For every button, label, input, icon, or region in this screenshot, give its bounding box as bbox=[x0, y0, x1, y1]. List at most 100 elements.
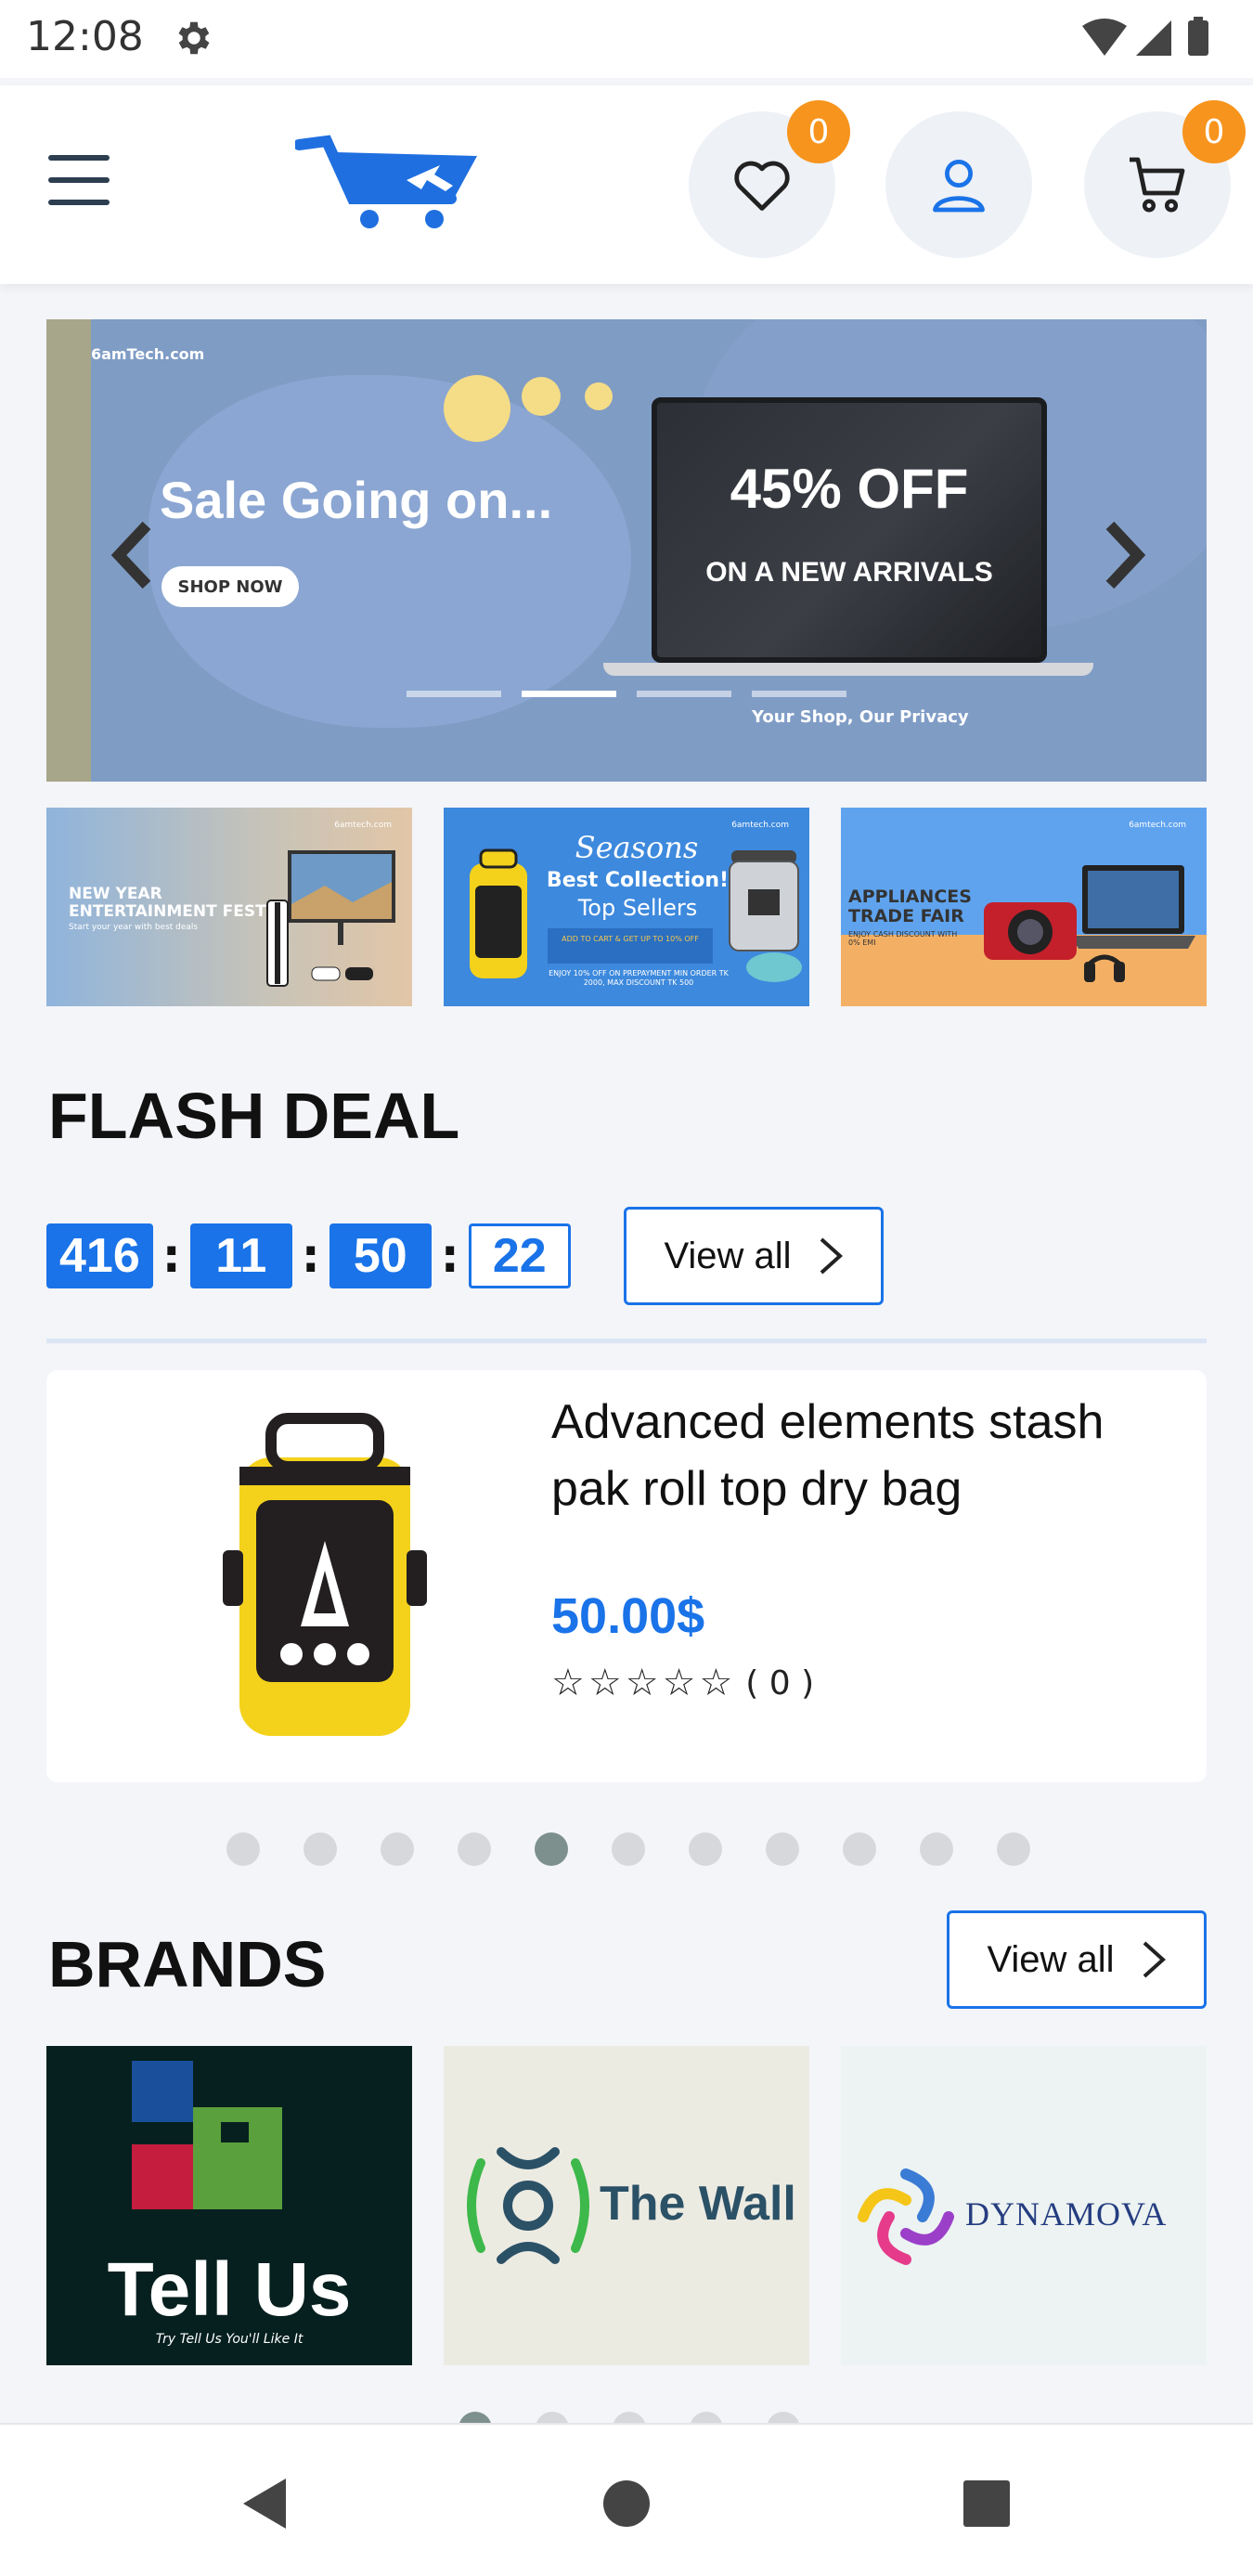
product-price: 50.00$ bbox=[551, 1588, 705, 1644]
home-icon[interactable] bbox=[594, 2471, 659, 2536]
banner-desc: Start your year with best deals bbox=[69, 923, 199, 932]
pager-dot[interactable] bbox=[843, 1832, 876, 1866]
hero-offer: 45% OFF bbox=[730, 458, 969, 520]
cart-icon bbox=[1130, 157, 1185, 213]
battery-icon bbox=[1188, 20, 1208, 56]
cart-badge: 0 bbox=[1182, 100, 1246, 163]
carousel-indicator[interactable] bbox=[407, 691, 501, 697]
flash-deal-view-all-button[interactable]: View all bbox=[624, 1207, 884, 1305]
camera-laptop-image bbox=[984, 865, 1195, 982]
flash-deal-title: FLASH DEAL bbox=[48, 1080, 460, 1152]
hero-site-label: 6amTech.com bbox=[91, 345, 205, 363]
cell-signal-icon bbox=[1136, 20, 1171, 56]
banner-top: Top Sellers bbox=[577, 895, 698, 921]
banner-title: NEW YEAR ENTERTAINMENT FEST bbox=[69, 885, 266, 921]
wifi-icon bbox=[1082, 19, 1127, 56]
hero-offer-subtitle: ON A NEW ARRIVALS bbox=[705, 557, 993, 588]
carousel-indicators[interactable] bbox=[407, 691, 846, 697]
cart-button[interactable]: 0 bbox=[1084, 100, 1246, 258]
console-monitor-image bbox=[266, 850, 395, 987]
heart-icon bbox=[734, 161, 790, 211]
pager-dot[interactable] bbox=[304, 1832, 337, 1866]
carousel-indicator[interactable] bbox=[522, 691, 616, 697]
menu-button[interactable] bbox=[48, 155, 113, 211]
carousel-indicator[interactable] bbox=[637, 691, 731, 697]
signal-battery-icons bbox=[1082, 17, 1208, 56]
bag-image bbox=[470, 848, 527, 978]
timer-seconds: 22 bbox=[468, 1223, 571, 1288]
banner-desc: ENJOY CASH DISCOUNT WITH 0% EMI bbox=[848, 930, 958, 947]
pager-dot[interactable] bbox=[689, 1832, 722, 1866]
brand-tagline: Try Tell Us You'll Like It bbox=[155, 2332, 304, 2347]
view-all-label: View all bbox=[664, 1235, 792, 1276]
chevron-left-icon[interactable] bbox=[106, 518, 161, 592]
app-header: 0 0 bbox=[0, 85, 1253, 284]
banner-site-label: 6amtech.com bbox=[731, 821, 789, 830]
brand-tell-us[interactable]: Tell Us Try Tell Us You'll Like It bbox=[46, 2046, 412, 2365]
cooker-image bbox=[729, 850, 802, 982]
banner-site-label: 6amtech.com bbox=[334, 821, 392, 830]
flash-deal-product-card[interactable]: Advanced elements stash pak roll top dry… bbox=[46, 1370, 1207, 1782]
banner-seasons[interactable]: 6amtech.com Seasons Best Collection! Top… bbox=[444, 808, 809, 1006]
brands-title: BRANDS bbox=[48, 1928, 327, 2000]
recents-icon[interactable] bbox=[954, 2471, 1019, 2536]
product-rating: ☆ ☆ ☆ ☆ ☆ ( 0 ) bbox=[551, 1662, 814, 1704]
wishlist-button[interactable]: 0 bbox=[689, 100, 850, 258]
banner-new-year[interactable]: 6amtech.com NEW YEAR ENTERTAINMENT FEST … bbox=[46, 808, 412, 1006]
wishlist-badge: 0 bbox=[787, 100, 850, 163]
account-button[interactable] bbox=[885, 111, 1032, 258]
pager-dot[interactable] bbox=[997, 1832, 1030, 1866]
user-icon bbox=[933, 160, 985, 213]
star-icon: ☆ bbox=[551, 1662, 585, 1704]
status-time: 12:08 bbox=[26, 13, 144, 60]
brand-dynamova[interactable]: DYNAMOVA bbox=[841, 2046, 1207, 2365]
product-name[interactable]: Advanced elements stash pak roll top dry… bbox=[551, 1389, 1182, 1522]
brand-the-wall[interactable]: The Wall bbox=[444, 2046, 809, 2365]
back-icon[interactable] bbox=[234, 2471, 299, 2536]
hero-tagline: Your Shop, Our Privacy bbox=[752, 707, 969, 727]
timer-minutes: 50 bbox=[329, 1223, 432, 1288]
banner-appliances[interactable]: 6amtech.com APPLIANCES TRADE FAIR ENJOY … bbox=[841, 808, 1207, 1006]
hero-headline: Sale Going on... bbox=[160, 471, 553, 529]
tell-us-logo-icon bbox=[132, 2061, 282, 2209]
rating-count: ( 0 ) bbox=[745, 1663, 815, 1702]
chevron-right-icon[interactable] bbox=[1095, 518, 1151, 592]
banner-cart-text: ADD TO CART & GET UP TO 10% OFF bbox=[548, 928, 713, 964]
status-bar: 12:08 bbox=[0, 0, 1253, 78]
settings-icon bbox=[178, 21, 210, 55]
logo-cart-icon[interactable] bbox=[295, 132, 481, 234]
brand-name: DYNAMOVA bbox=[965, 2195, 1168, 2233]
carousel-indicator[interactable] bbox=[752, 691, 846, 697]
star-icon: ☆ bbox=[662, 1662, 696, 1704]
dynamova-logo-icon bbox=[858, 2168, 954, 2265]
chevron-right-icon bbox=[1143, 1941, 1166, 1978]
timer-hours: 11 bbox=[189, 1223, 292, 1288]
chevron-right-icon bbox=[820, 1237, 843, 1275]
timer-days: 416 bbox=[46, 1223, 153, 1288]
banner-site-label: 6amtech.com bbox=[1129, 821, 1186, 830]
banner-fine-print: ENJOY 10% OFF ON PREPAYMENT MIN ORDER TK… bbox=[549, 969, 729, 987]
pager-dot[interactable] bbox=[612, 1832, 645, 1866]
pager-dot[interactable] bbox=[535, 1832, 568, 1866]
pager-dot[interactable] bbox=[381, 1832, 414, 1866]
countdown-timer: 416 : 11 : 50 : 22 bbox=[46, 1223, 571, 1288]
pager-dot[interactable] bbox=[766, 1832, 799, 1866]
brand-name: Tell Us bbox=[107, 2247, 352, 2332]
hero-banner[interactable]: 6amTech.com Sale Going on... SHOP NOW 45… bbox=[46, 319, 1207, 782]
star-icon: ☆ bbox=[588, 1662, 622, 1704]
brands-view-all-button[interactable]: View all bbox=[947, 1910, 1207, 2009]
brand-name: The Wall bbox=[600, 2177, 796, 2231]
star-icon: ☆ bbox=[699, 1662, 733, 1704]
product-image bbox=[223, 1413, 427, 1736]
pager-dot[interactable] bbox=[226, 1832, 260, 1866]
the-wall-logo-icon bbox=[467, 2147, 589, 2264]
pager-dot[interactable] bbox=[920, 1832, 953, 1866]
banner-title: APPLIANCES TRADE FAIR bbox=[848, 887, 972, 926]
divider bbox=[46, 1339, 1207, 1343]
star-icon: ☆ bbox=[625, 1662, 659, 1704]
flash-deal-pager[interactable] bbox=[226, 1832, 1030, 1866]
laptop-image bbox=[652, 397, 1047, 663]
system-nav-bar bbox=[0, 2423, 1253, 2576]
pager-dot[interactable] bbox=[458, 1832, 491, 1866]
shop-now-button[interactable]: SHOP NOW bbox=[161, 566, 299, 607]
